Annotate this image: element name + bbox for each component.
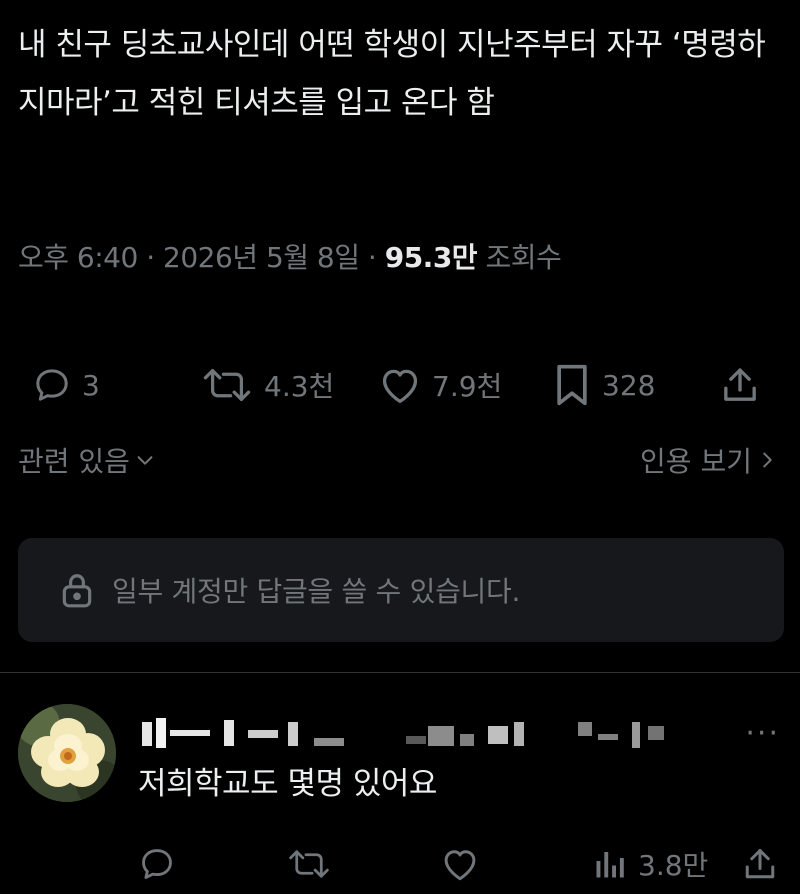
reply-restriction-text: 일부 계정만 답글을 쓸 수 있습니다. (112, 575, 521, 608)
bookmark-icon (557, 364, 587, 406)
share-icon (724, 368, 756, 401)
tweet-meta: 오후 6:40 · 2026년 5월 8일 · 95.3만 조회수 (18, 236, 562, 276)
reply-share-button[interactable] (742, 834, 778, 894)
view-quotes-link[interactable]: 인용 보기 (640, 440, 778, 480)
share-icon (745, 849, 775, 879)
meta-separator: · (146, 241, 155, 274)
chevron-right-icon (763, 452, 772, 468)
reply-retweet-button[interactable] (286, 834, 332, 894)
reply-action-bar: 3.8만 (0, 834, 800, 894)
reply-views-button[interactable]: 3.8만 (592, 834, 708, 894)
flower-avatar-image (18, 704, 116, 802)
like-icon (382, 369, 418, 403)
retweet-button[interactable]: 4.3천 (200, 355, 334, 415)
reply-author-name-redacted[interactable] (138, 712, 678, 752)
retweet-icon (203, 368, 251, 402)
like-icon (444, 850, 476, 881)
lock-icon (62, 574, 92, 608)
tweet-time[interactable]: 오후 6:40 (18, 241, 138, 274)
meta-separator: · (367, 241, 377, 274)
reply-count: 3 (82, 368, 100, 402)
chevron-down-icon (137, 456, 153, 465)
like-button[interactable]: 7.9천 (378, 355, 502, 415)
view-label: 조회수 (485, 241, 562, 274)
related-toggle[interactable]: 관련 있음 (18, 440, 156, 480)
reply-text: 저희학교도 몇명 있어요 (138, 766, 437, 802)
avatar[interactable] (18, 704, 116, 802)
tweet-text: 내 친구 딩초교사인데 어떤 학생이 지난주부터 자꾸 ‘명령하지마라’고 적힌… (18, 27, 766, 121)
bookmark-count: 328 (602, 368, 656, 402)
reply-button[interactable]: 3 (32, 355, 100, 415)
retweet-count: 4.3천 (264, 370, 335, 403)
divider (0, 672, 800, 673)
retweet-icon (289, 850, 329, 878)
more-options-button[interactable]: ··· (745, 716, 780, 751)
bookmark-button[interactable]: 328 (552, 355, 655, 415)
reply-view-count: 3.8만 (638, 849, 709, 882)
views-icon (596, 852, 624, 878)
tweet-date[interactable]: 2026년 5월 8일 (163, 241, 360, 274)
related-row: 관련 있음 인용 보기 (18, 440, 778, 480)
related-label: 관련 있음 (18, 445, 130, 478)
reply-restriction-notice: 일부 계정만 답글을 쓸 수 있습니다. (18, 538, 784, 642)
reply-icon (142, 849, 172, 879)
share-button[interactable] (720, 355, 760, 415)
view-quotes-label: 인용 보기 (640, 445, 752, 478)
reply-like-button[interactable] (440, 834, 480, 894)
tweet-action-bar: 3 4.3천 7.9천 328 (0, 355, 800, 415)
reply-reply-button[interactable] (138, 834, 176, 894)
like-count: 7.9천 (432, 370, 503, 403)
reply-icon (36, 369, 68, 401)
view-count: 95.3만 (384, 241, 478, 274)
